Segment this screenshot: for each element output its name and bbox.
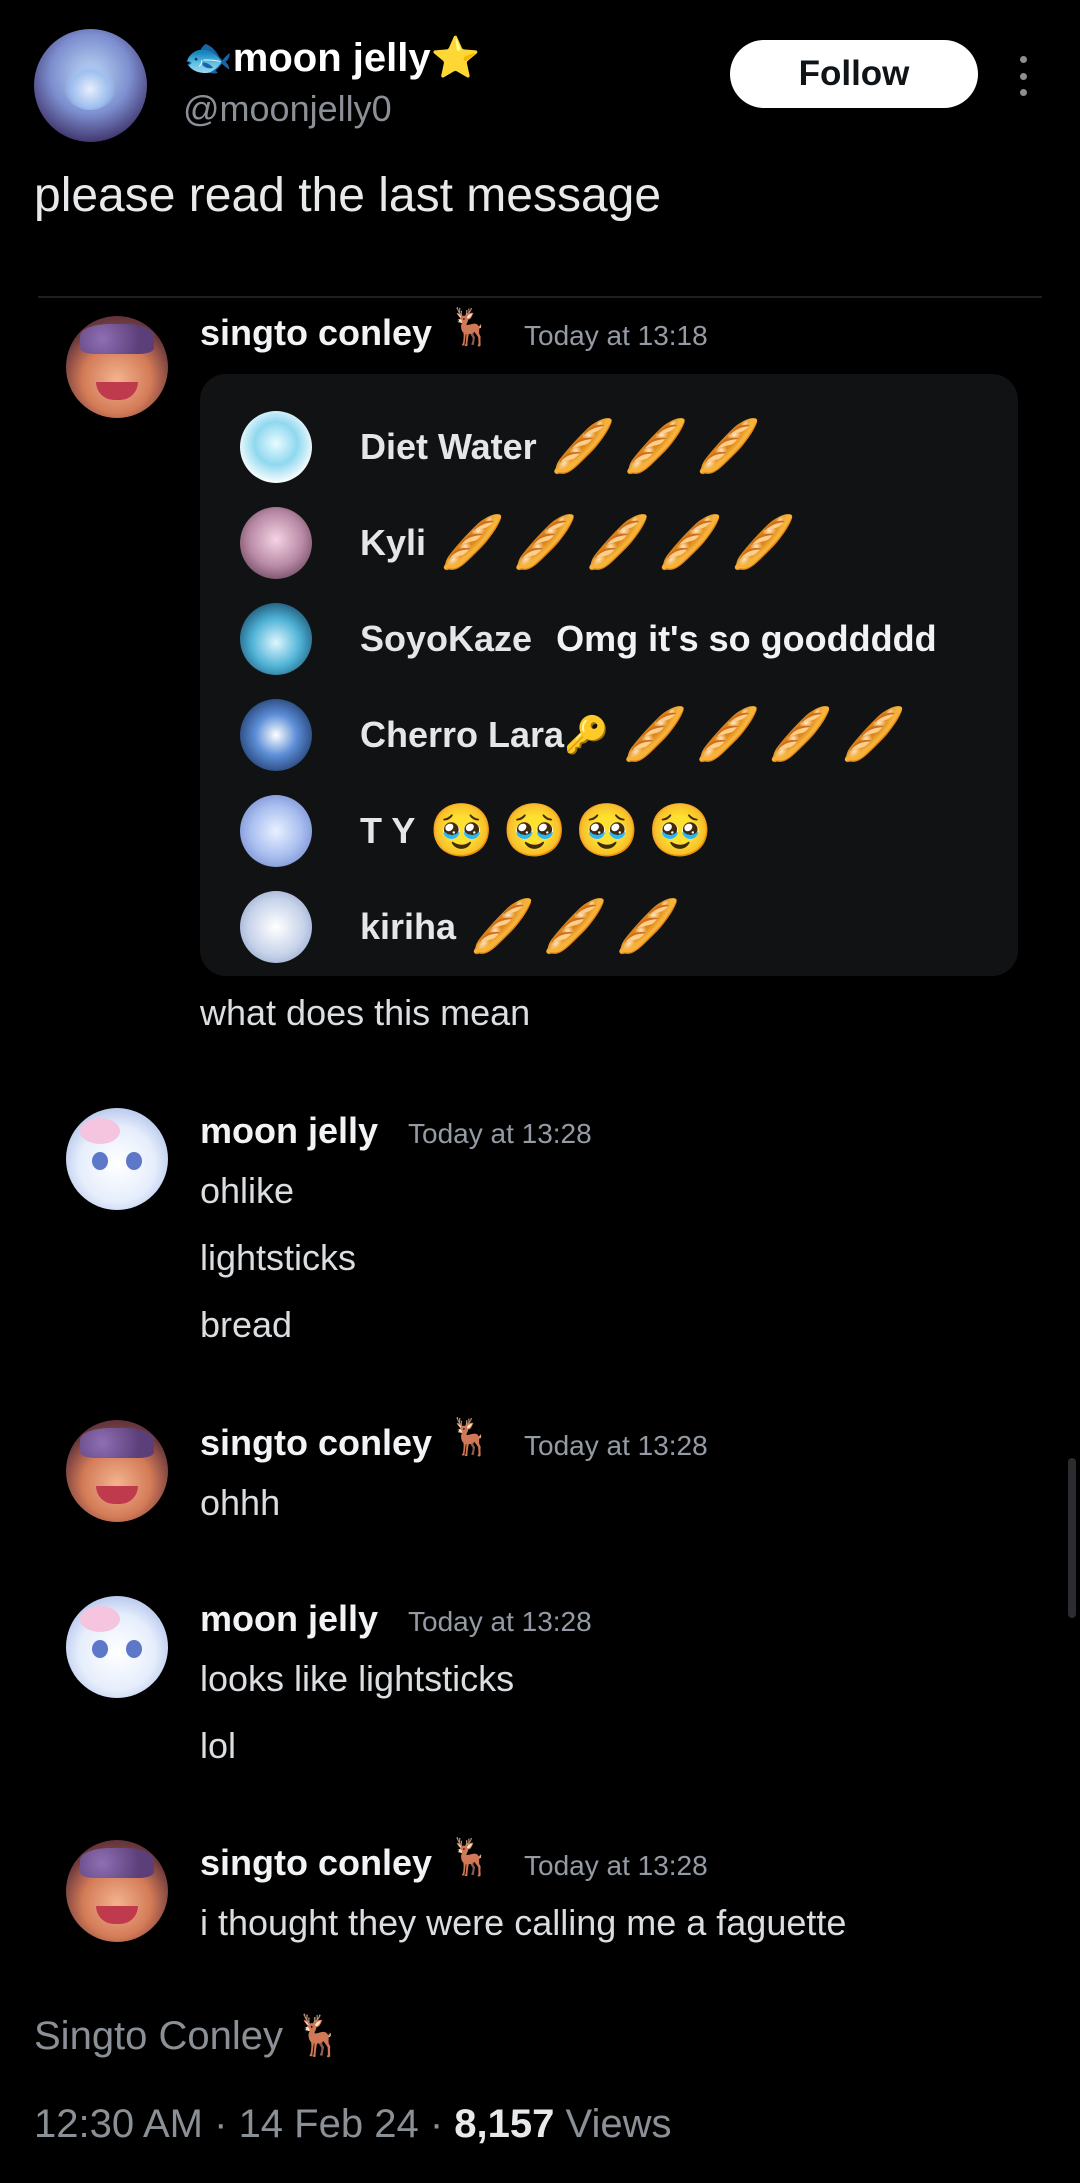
message-text: lol: [200, 1725, 237, 1766]
message-author: moon jelly: [200, 1598, 379, 1639]
baguette-emoji: 🥖🥖🥖🥖🥖: [440, 514, 804, 572]
views-label: Views: [565, 2102, 672, 2146]
message-timestamp: Today at 13:18: [524, 320, 708, 351]
avatar: [66, 1420, 168, 1522]
message-timestamp: Today at 13:28: [524, 1430, 708, 1461]
reply-author: Cherro Lara🔑: [360, 714, 609, 755]
scrollbar[interactable]: [1068, 1458, 1076, 1618]
reply-message: Omg it's so gooddddd: [556, 618, 937, 659]
reply-author: Kyli: [360, 522, 427, 563]
embedded-screenshot-card: Diet Water 🥖🥖🥖 Kyli 🥖🥖🥖🥖🥖 SoyoKaze Omg i…: [200, 374, 1018, 976]
avatar: [66, 1840, 168, 1942]
baguette-emoji: 🥖🥖🥖: [470, 898, 689, 956]
avatar: [240, 699, 312, 771]
message-text: ohhh: [200, 1482, 281, 1523]
tweet-meta: 12:30 AM · 14 Feb 24 · 8,157 Views: [34, 2102, 672, 2146]
message-text: i thought they were calling me a faguett…: [200, 1902, 847, 1943]
list-item: Kyli 🥖🥖🥖🥖🥖: [240, 506, 804, 580]
message-text: looks like lightsticks: [200, 1658, 515, 1699]
views-count: 8,157: [454, 2102, 555, 2146]
message-author: singto conley: [200, 1422, 433, 1463]
message-timestamp: Today at 13:28: [408, 1606, 592, 1637]
pleading-face-emoji: 🥹🥹🥹🥹: [429, 802, 721, 860]
reply-author: kiriha: [360, 906, 457, 947]
tweet-time[interactable]: 12:30 AM: [34, 2102, 203, 2146]
avatar: [240, 411, 312, 483]
follow-button[interactable]: Follow: [730, 40, 978, 108]
reply-author: SoyoKaze: [360, 618, 533, 659]
image-caption-name: Singto Conley 🦌: [34, 2014, 344, 2058]
tweet-date[interactable]: 14 Feb 24: [239, 2102, 419, 2146]
deer-badge: 🦌: [448, 1836, 493, 1877]
avatar: [240, 795, 312, 867]
author-display-name[interactable]: 🐟moon jelly⭐: [183, 34, 480, 81]
avatar: [240, 891, 312, 963]
list-item: kiriha 🥖🥖🥖: [240, 890, 688, 964]
deer-badge: 🦌: [448, 306, 493, 347]
baguette-emoji: 🥖🥖🥖🥖: [622, 706, 914, 764]
author-avatar[interactable]: [34, 29, 147, 142]
image-top-edge: [38, 296, 1042, 298]
baguette-emoji: 🥖🥖🥖: [550, 418, 769, 476]
avatar: [66, 1596, 168, 1698]
message-timestamp: Today at 13:28: [408, 1118, 592, 1149]
avatar: [66, 316, 168, 418]
author-handle[interactable]: @moonjelly0: [183, 88, 392, 130]
list-item: SoyoKaze Omg it's so gooddddd: [240, 602, 937, 676]
message-timestamp: Today at 13:28: [524, 1850, 708, 1881]
list-item: T Y 🥹🥹🥹🥹: [240, 794, 720, 868]
avatar: [240, 603, 312, 675]
tweet-text: please read the last message: [34, 169, 662, 222]
more-options-icon[interactable]: [1015, 56, 1031, 96]
message-text: lightsticks: [200, 1237, 357, 1278]
avatar: [66, 1108, 168, 1210]
list-item: Cherro Lara🔑 🥖🥖🥖🥖: [240, 698, 914, 772]
message-text: what does this mean: [200, 992, 531, 1033]
deer-badge: 🦌: [448, 1416, 493, 1457]
reply-author: T Y: [360, 810, 416, 851]
avatar: [240, 507, 312, 579]
message-text: bread: [200, 1304, 293, 1345]
list-item: Diet Water 🥖🥖🥖: [240, 410, 769, 484]
message-author: singto conley: [200, 1842, 433, 1883]
message-text: ohlike: [200, 1170, 295, 1211]
message-author: moon jelly: [200, 1110, 379, 1151]
message-author: singto conley: [200, 312, 433, 353]
reply-author: Diet Water: [360, 426, 537, 467]
